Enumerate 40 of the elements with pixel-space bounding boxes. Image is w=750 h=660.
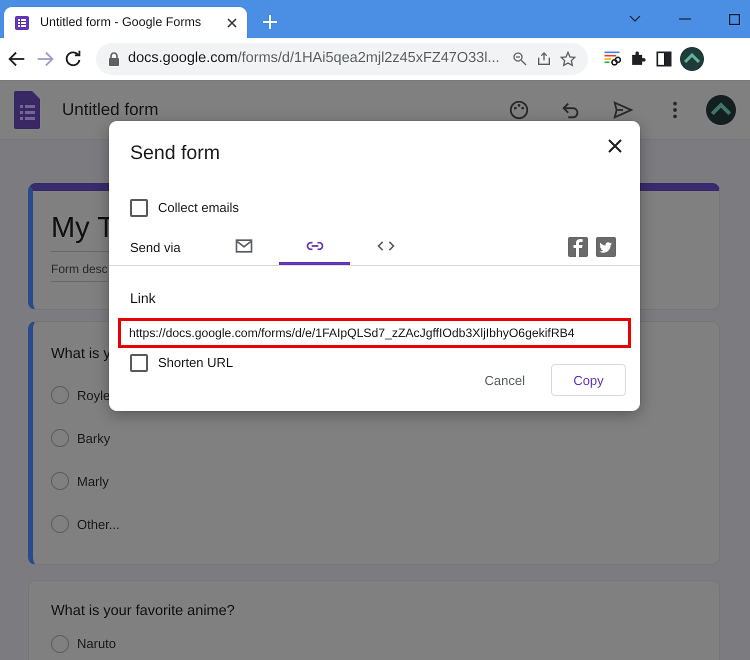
minimize-icon[interactable]	[679, 18, 691, 20]
option-label: Marly	[77, 472, 109, 491]
zoom-out-icon[interactable]	[512, 51, 528, 67]
dialog-title: Send form	[130, 141, 220, 166]
close-icon[interactable]	[227, 18, 237, 28]
avatar-icon[interactable]	[680, 47, 704, 71]
copy-button[interactable]: Copy	[551, 364, 626, 396]
close-icon[interactable]	[608, 139, 622, 153]
radio-button[interactable]	[51, 429, 69, 448]
checkbox-label: Collect emails	[158, 199, 239, 218]
checkbox-label: Shorten URL	[158, 354, 234, 372]
radio-button[interactable]	[51, 386, 69, 404]
cancel-button[interactable]: Cancel	[470, 364, 539, 396]
link-field[interactable]: https://docs.google.com/forms/d/e/1FAIpQLSd7_zZAcJgffIOdb3XljIbhyO6gekifRB4	[118, 318, 631, 348]
forms-icon[interactable]	[14, 90, 42, 128]
checkbox[interactable]	[130, 199, 148, 217]
option-label: Barky	[77, 430, 110, 448]
link-heading: Link	[129, 288, 157, 308]
side-panel-icon[interactable]	[654, 49, 674, 69]
radio-button[interactable]	[51, 472, 69, 490]
radio-button[interactable]	[51, 515, 69, 534]
option-label: Other...	[77, 516, 120, 534]
form-description[interactable]: Form desc	[51, 260, 108, 282]
palette-icon[interactable]	[508, 98, 530, 120]
question-text: What is your favorite anime?	[51, 602, 235, 621]
forms-icon	[14, 14, 30, 30]
maximize-icon[interactable]	[729, 14, 740, 24]
star-icon[interactable]	[560, 51, 576, 67]
radio-button[interactable]	[51, 634, 69, 653]
new-tab-icon[interactable]	[263, 15, 277, 29]
checkbox[interactable]	[130, 354, 148, 372]
send-icon[interactable]	[612, 98, 634, 120]
facebook-icon[interactable]	[568, 237, 588, 258]
twitter-icon[interactable]	[596, 237, 616, 258]
share-icon[interactable]	[536, 51, 552, 67]
lock-icon	[108, 52, 120, 66]
chevron-down-icon[interactable]	[629, 15, 641, 23]
send-via-label: Send via	[130, 238, 182, 256]
option-label: Naruto	[77, 635, 116, 653]
option-label: Royle	[77, 386, 110, 405]
